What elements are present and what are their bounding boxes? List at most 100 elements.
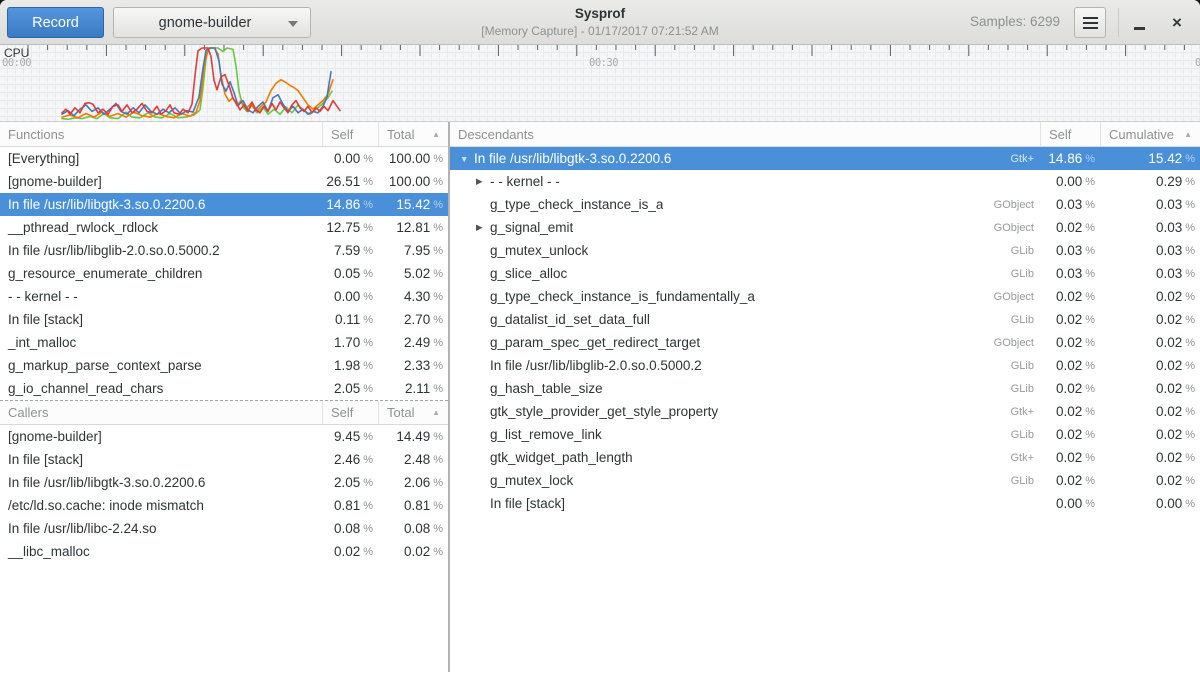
self-percent: 0.02% [1040,404,1100,419]
total-percent: 12.81% [378,220,448,235]
self-percent: 0.02% [1040,335,1100,350]
table-row[interactable]: In file [stack] 2.46% 2.48% [0,448,448,471]
function-name: [gnome-builder] [0,429,322,444]
expander-icon[interactable]: ▶ [474,222,490,233]
self-percent: 0.02% [322,544,378,559]
cumulative-percent: 0.02% [1100,473,1200,488]
table-row[interactable]: In file /usr/lib/libc-2.24.so 0.08% 0.08… [0,517,448,540]
table-row[interactable]: [Everything] 0.00% 100.00% [0,147,448,170]
library-tag: GObject [994,199,1040,211]
cumulative-percent: 0.02% [1100,427,1200,442]
function-name: In file /usr/lib/libgtk-3.so.0.2200.6 [0,197,322,212]
record-button[interactable]: Record [7,7,104,38]
descendants-self-column-header[interactable]: Self [1040,122,1100,146]
self-percent: 0.05% [322,266,378,281]
table-row[interactable]: g_io_channel_read_chars 2.05% 2.11% [0,377,448,400]
function-name: In file /usr/lib/libglib-2.0.so.0.5000.2 [0,243,322,258]
function-name: In file /usr/lib/libglib-2.0.so.0.5000.2 [490,358,702,373]
self-percent: 1.98% [322,358,378,373]
expander-icon[interactable]: ▼ [458,154,474,164]
tree-row[interactable]: In file [stack] 0.00% 0.00% [450,492,1200,515]
tree-row[interactable]: ▶ - - kernel - - 0.00% 0.29% [450,170,1200,193]
function-name: In file [stack] [0,452,322,467]
descendants-column-header[interactable]: Descendants [450,122,1040,146]
total-percent: 100.00% [378,174,448,189]
functions-self-column-header[interactable]: Self [322,122,378,146]
table-row[interactable]: /etc/ld.so.cache: inode mismatch 0.81% 0… [0,494,448,517]
cumulative-percent: 0.02% [1100,335,1200,350]
callers-column-header[interactable]: Callers [0,401,322,424]
sysprof-window: Record gnome-builder Sysprof [Memory Cap… [0,0,1200,675]
cumulative-percent: 0.02% [1100,404,1200,419]
self-percent: 0.02% [1040,473,1100,488]
library-tag: Gtk+ [1010,153,1040,165]
table-row[interactable]: [gnome-builder] 9.45% 14.49% [0,425,448,448]
function-name: _int_malloc [0,335,322,350]
cumulative-percent: 15.42% [1100,151,1200,166]
total-percent: 0.08% [378,521,448,536]
self-percent: 2.46% [322,452,378,467]
callers-self-column-header[interactable]: Self [322,401,378,424]
table-row[interactable]: __libc_malloc 0.02% 0.02% [0,540,448,563]
minimize-icon [1134,27,1145,30]
function-name: g_param_spec_get_redirect_target [490,335,700,350]
chevron-down-icon [288,21,298,27]
tree-row[interactable]: ▶ g_signal_emit GObject 0.02% 0.03% [450,216,1200,239]
hamburger-menu-icon [1083,22,1098,24]
tree-row[interactable]: g_slice_alloc GLib 0.03% 0.03% [450,262,1200,285]
total-percent: 2.33% [378,358,448,373]
table-row[interactable]: In file [stack] 0.11% 2.70% [0,308,448,331]
table-row[interactable]: __pthread_rwlock_rdlock 12.75% 12.81% [0,216,448,239]
functions-table: [Everything] 0.00% 100.00% [gnome-builde… [0,147,448,400]
library-tag: GLib [1011,245,1040,257]
table-row[interactable]: g_markup_parse_context_parse 1.98% 2.33% [0,354,448,377]
minimize-button[interactable] [1124,7,1154,38]
cumulative-column-label: Cumulative [1109,127,1174,142]
self-percent: 0.00% [322,151,378,166]
tree-row[interactable]: g_mutex_lock GLib 0.02% 0.02% [450,469,1200,492]
tree-row[interactable]: g_hash_table_size GLib 0.02% 0.02% [450,377,1200,400]
tree-row[interactable]: g_list_remove_link GLib 0.02% 0.02% [450,423,1200,446]
cumulative-percent: 0.03% [1100,243,1200,258]
table-row[interactable]: g_resource_enumerate_children 0.05% 5.02… [0,262,448,285]
tree-row[interactable]: g_datalist_id_set_data_full GLib 0.02% 0… [450,308,1200,331]
tree-row[interactable]: g_param_spec_get_redirect_target GObject… [450,331,1200,354]
process-selector-dropdown[interactable]: gnome-builder [113,7,311,38]
functions-column-header[interactable]: Functions [0,122,322,146]
table-row[interactable]: [gnome-builder] 26.51% 100.00% [0,170,448,193]
tree-row[interactable]: ▼ In file /usr/lib/libgtk-3.so.0.2200.6 … [450,147,1200,170]
callers-total-column-header[interactable]: Total ▲ [378,401,448,424]
menu-button[interactable] [1074,7,1106,38]
table-row[interactable]: - - kernel - - 0.00% 4.30% [0,285,448,308]
descendants-cumulative-column-header[interactable]: Cumulative ▲ [1100,122,1200,146]
function-name: g_mutex_lock [490,473,573,488]
function-name: In file [stack] [0,312,322,327]
cpu-timeline-graph[interactable]: CPU 00:00 00:30 01:00 [0,45,1200,122]
table-row[interactable]: _int_malloc 1.70% 2.49% [0,331,448,354]
descendants-header: Descendants Self Cumulative ▲ [450,122,1200,147]
tree-row[interactable]: g_mutex_unlock GLib 0.03% 0.03% [450,239,1200,262]
function-name: g_markup_parse_context_parse [0,358,322,373]
total-column-label: Total [387,405,414,420]
table-row[interactable]: In file /usr/lib/libglib-2.0.so.0.5000.2… [0,239,448,262]
table-row[interactable]: In file /usr/lib/libgtk-3.so.0.2200.6 14… [0,193,448,216]
library-tag: Gtk+ [1010,406,1040,418]
library-tag: Gtk+ [1010,452,1040,464]
tree-row[interactable]: g_type_check_instance_is_a GObject 0.03%… [450,193,1200,216]
function-name: g_resource_enumerate_children [0,266,322,281]
tree-row[interactable]: In file /usr/lib/libglib-2.0.so.0.5000.2… [450,354,1200,377]
close-button[interactable]: × [1162,7,1192,38]
table-row[interactable]: In file /usr/lib/libgtk-3.so.0.2200.6 2.… [0,471,448,494]
expander-icon[interactable]: ▶ [474,176,490,187]
self-percent: 26.51% [322,174,378,189]
function-name: g_slice_alloc [490,266,567,281]
total-column-label: Total [387,127,414,142]
sort-ascending-icon: ▲ [426,130,440,139]
library-tag: GLib [1011,268,1040,280]
self-percent: 2.05% [322,475,378,490]
tree-row[interactable]: gtk_widget_path_length Gtk+ 0.02% 0.02% [450,446,1200,469]
tree-row[interactable]: g_type_check_instance_is_fundamentally_a… [450,285,1200,308]
tree-row[interactable]: gtk_style_provider_get_style_property Gt… [450,400,1200,423]
functions-total-column-header[interactable]: Total ▲ [378,122,448,146]
total-percent: 5.02% [378,266,448,281]
